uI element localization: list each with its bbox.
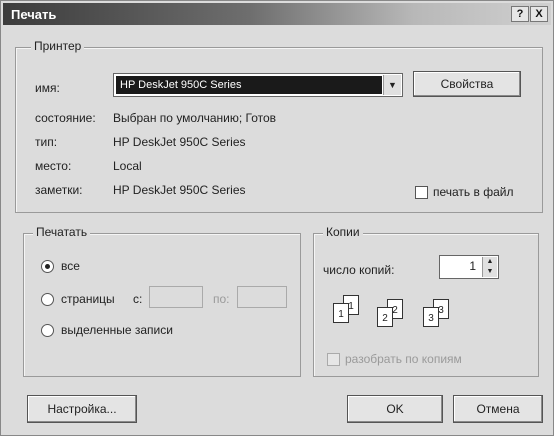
print-to-file-checkbox[interactable] [415, 186, 428, 199]
printer-name-value: HP DeskJet 950C Series [116, 76, 382, 94]
help-button[interactable]: ? [511, 6, 529, 22]
printer-name-select[interactable]: HP DeskJet 950C Series ▼ [113, 73, 403, 97]
type-value: HP DeskJet 950C Series [113, 135, 246, 149]
close-button[interactable]: X [530, 6, 548, 22]
from-page-input[interactable] [149, 286, 203, 308]
type-label: тип: [35, 135, 58, 149]
collate-label: разобрать по копиям [345, 352, 462, 366]
radio-all-label[interactable]: все [61, 259, 80, 273]
radio-selection-label[interactable]: выделенные записи [61, 323, 173, 337]
copies-count-label: число копий: [323, 263, 395, 277]
setup-button[interactable]: Настройка... [27, 395, 137, 423]
print-dialog: Печать ? X Принтер имя: HP DeskJet 950C … [0, 0, 554, 436]
radio-selection[interactable] [41, 324, 54, 337]
cancel-button[interactable]: Отмена [453, 395, 543, 423]
radio-pages[interactable] [41, 293, 54, 306]
print-range-group-label: Печатать [33, 225, 91, 239]
title-bar[interactable]: Печать ? X [3, 3, 551, 25]
status-value: Выбран по умолчанию; Готов [113, 111, 277, 125]
notes-value: HP DeskJet 950C Series [113, 183, 246, 197]
to-label: по: [213, 292, 230, 306]
copies-count-value: 1 [469, 259, 476, 273]
print-to-file-label[interactable]: печать в файл [433, 185, 513, 199]
chevron-down-icon[interactable]: ▼ [383, 75, 401, 95]
window-title: Печать [11, 7, 57, 22]
location-label: место: [35, 159, 72, 173]
to-page-input[interactable] [237, 286, 287, 308]
ok-button[interactable]: OK [347, 395, 443, 423]
printer-group-label: Принтер [31, 39, 85, 53]
page-icon: 2 [377, 307, 393, 327]
from-label: с: [133, 292, 143, 306]
collate-checkbox[interactable] [327, 353, 340, 366]
radio-all[interactable] [41, 260, 54, 273]
spin-arrows-icon[interactable]: ▲ ▼ [482, 257, 497, 277]
copies-count-stepper[interactable]: 1 ▲ ▼ [439, 255, 499, 279]
status-label: состояние: [35, 111, 96, 125]
properties-button[interactable]: Свойства [413, 71, 521, 97]
page-icon: 3 [423, 307, 439, 327]
copies-group-label: Копии [323, 225, 363, 239]
radio-pages-label[interactable]: страницы [61, 292, 115, 306]
notes-label: заметки: [35, 183, 83, 197]
location-value: Local [113, 159, 142, 173]
printer-name-label: имя: [35, 81, 60, 95]
page-icon: 1 [333, 303, 349, 323]
